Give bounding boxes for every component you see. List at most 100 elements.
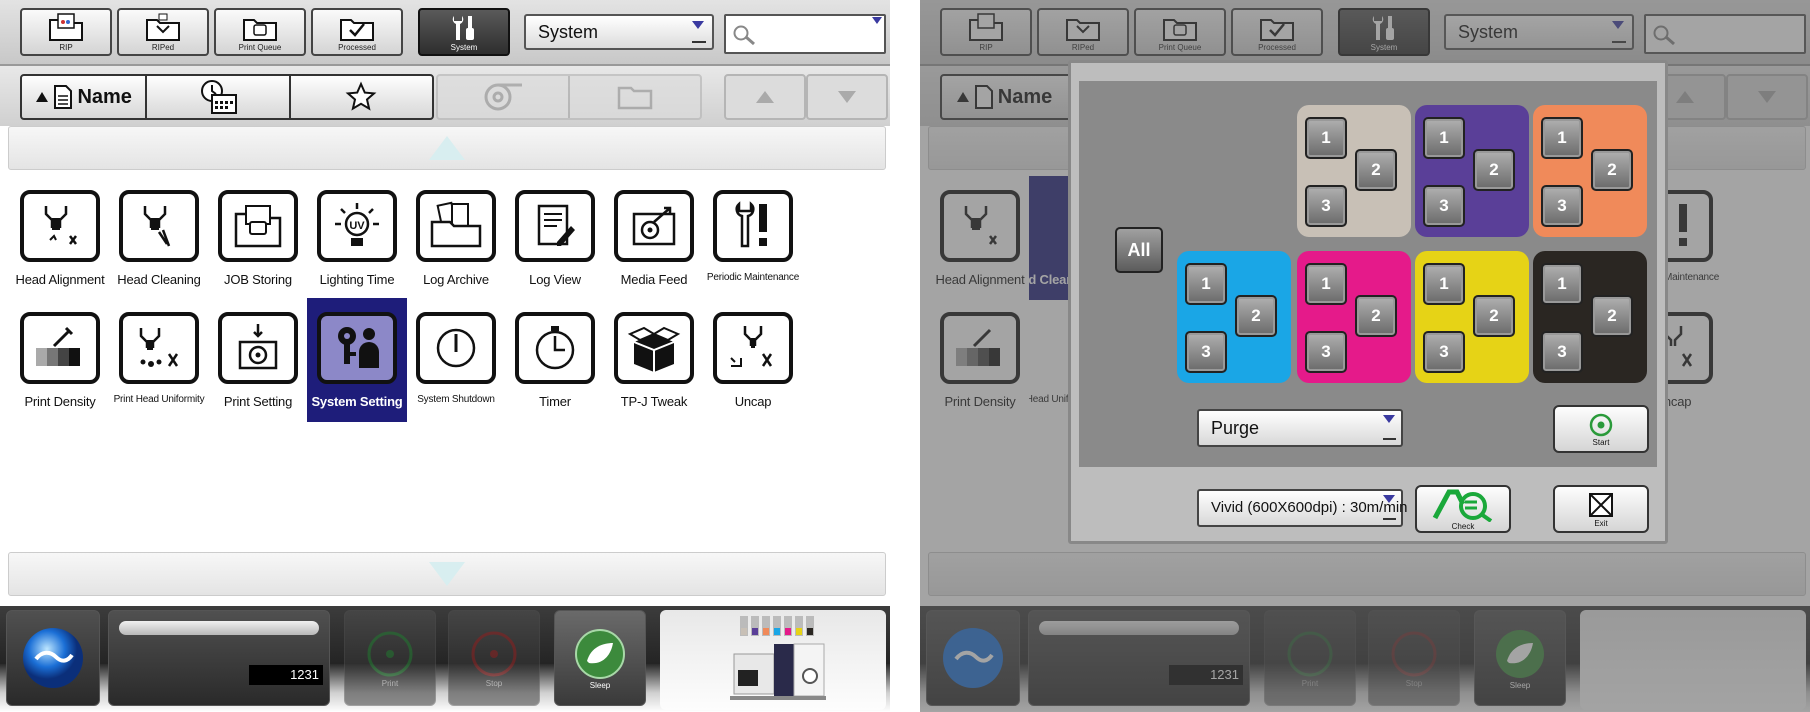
processed-folder-icon [1260,19,1294,41]
search-input[interactable] [1644,14,1806,54]
head-violet-1-button[interactable]: 1 [1423,117,1465,159]
tile-head-alignment[interactable]: Head Alignment [930,182,1030,302]
print-button[interactable]: Print [344,610,436,706]
chevron-down-icon [1383,415,1395,423]
tile-system-setting[interactable]: System Setting [307,298,407,422]
riped-folder-icon [146,13,180,41]
tile-job-storing[interactable]: JOB Storing [208,182,308,302]
category-select[interactable]: System [1444,14,1634,50]
media-roll-button[interactable] [438,76,568,118]
print-button[interactable]: Print [1264,610,1356,706]
media-feed-icon [632,206,676,246]
timer-icon [535,326,575,370]
uncap-icon [730,326,773,367]
tile-print-setting[interactable]: Print Setting [208,304,308,424]
head-cyan-2-button[interactable]: 2 [1235,295,1277,337]
check-label: Check [1451,521,1475,531]
head-light-grey-1-button[interactable]: 1 [1305,117,1347,159]
head-yellow-2-button[interactable]: 2 [1473,295,1515,337]
check-button[interactable]: Check [1415,485,1511,533]
exit-button[interactable]: Exit [1553,485,1649,533]
tile-media-feed[interactable]: Media Feed [604,182,704,302]
head-violet-2-button[interactable]: 2 [1473,149,1515,191]
scroll-down-bar[interactable] [928,552,1806,596]
tile-tpj-tweak[interactable]: TP-J Tweak [604,304,704,424]
tile-lighting-time[interactable]: UV Lighting Time [307,182,407,302]
move-up-button[interactable] [724,74,806,120]
head-yellow-1-button[interactable]: 1 [1423,263,1465,305]
head-yellow-3-button[interactable]: 3 [1423,331,1465,373]
tab-riped[interactable]: RIPed [1037,8,1129,56]
dropdown-line-icon [1383,518,1396,520]
head-black-3-button[interactable]: 3 [1541,331,1583,373]
move-down-button[interactable] [1726,74,1808,120]
head-violet-3-button[interactable]: 3 [1423,185,1465,227]
action-select[interactable]: Purge [1197,409,1403,447]
head-orange-1-button[interactable]: 1 [1541,117,1583,159]
clock-calendar-icon [201,80,238,114]
tab-system[interactable]: System [1338,8,1430,56]
sort-by-name-button[interactable]: Name [942,76,1066,118]
scroll-up-bar[interactable] [8,126,886,170]
tab-system[interactable]: System [418,8,510,56]
head-orange-2-button[interactable]: 2 [1591,149,1633,191]
scroll-down-bar[interactable] [8,552,886,596]
stop-button[interactable]: Stop [448,610,540,706]
tile-print-density[interactable]: Print Density [930,304,1030,424]
dialog-screen: RIP RIPed Print Queue Processed System S… [920,0,1810,712]
sleep-button[interactable]: Sleep [1474,610,1566,706]
tab-rip[interactable]: RIP [940,8,1032,56]
head-black-2-button[interactable]: 2 [1591,295,1633,337]
head-magenta-1-button[interactable]: 1 [1305,263,1347,305]
tab-print-queue[interactable]: Print Queue [214,8,306,56]
search-input[interactable] [724,14,886,54]
sort-by-name-button[interactable]: Name [22,76,145,118]
stop-button[interactable]: Stop [1368,610,1460,706]
print-queue-folder-icon [243,19,277,41]
home-button[interactable] [926,610,1020,706]
folder-button[interactable] [570,76,700,118]
category-select[interactable]: System [524,14,714,50]
tile-head-alignment[interactable]: Head Alignment [10,182,110,302]
tile-print-density[interactable]: Print Density [10,304,110,424]
tab-rip[interactable]: RIP [20,8,112,56]
tile-periodic-maintenance[interactable]: Periodic Maintenance [703,182,803,302]
head-black-1-button[interactable]: 1 [1541,263,1583,305]
sort-by-date-button[interactable] [147,76,288,118]
tile-system-shutdown[interactable]: System Shutdown [406,304,506,424]
tab-label: RIP [59,43,73,52]
move-down-button[interactable] [806,74,888,120]
tile-uncap[interactable]: Uncap [703,304,803,424]
progress-bar [1039,621,1239,635]
tile-head-cleaning[interactable]: Head Cleaning [109,182,209,302]
tile-print-head-uniformity[interactable]: Print Head Uniformity [109,304,209,424]
head-cyan-1-button[interactable]: 1 [1185,263,1227,305]
start-button[interactable]: Start [1553,405,1649,453]
head-magenta-3-button[interactable]: 3 [1305,331,1347,373]
stop-power-icon [471,631,517,676]
tab-print-queue[interactable]: Print Queue [1134,8,1226,56]
stop-power-icon [1391,631,1437,676]
print-mode-select[interactable]: Vivid (600X600dpi) : 30m/min [1197,489,1408,527]
home-button[interactable] [6,610,100,706]
search-icon [733,25,755,46]
tab-processed[interactable]: Processed [1231,8,1323,56]
tile-head-cleaning[interactable]: Head Cleaning [1029,176,1069,300]
head-cyan-3-button[interactable]: 3 [1185,331,1227,373]
sort-by-favorite-button[interactable] [291,76,432,118]
head-orange-3-button[interactable]: 3 [1541,185,1583,227]
tab-riped[interactable]: RIPed [117,8,209,56]
head-light-grey-2-button[interactable]: 2 [1355,149,1397,191]
tile-print-head-uniformity[interactable]: Print Head Uniformity [1029,304,1069,424]
wrench-tools-icon [1372,16,1394,40]
tile-timer[interactable]: Timer [505,304,605,424]
tab-processed[interactable]: Processed [311,8,403,56]
select-all-button[interactable]: All [1115,227,1163,273]
tile-log-view[interactable]: Log View [505,182,605,302]
tile-log-archive[interactable]: Log Archive [406,182,506,302]
head-light-grey-3-button[interactable]: 3 [1305,185,1347,227]
head-magenta-2-button[interactable]: 2 [1355,295,1397,337]
scroll-up-icon [429,136,465,160]
document-icon [54,85,73,109]
sleep-button[interactable]: Sleep [554,610,646,706]
